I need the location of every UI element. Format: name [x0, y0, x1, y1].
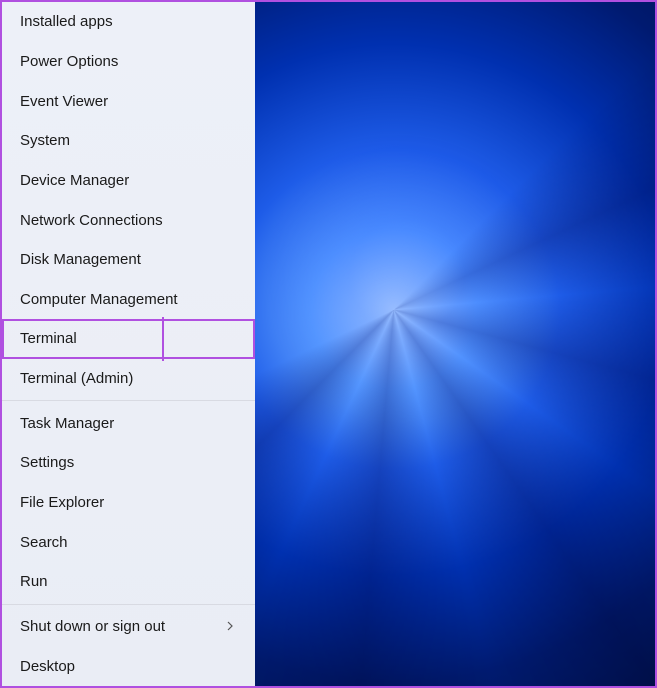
menu-item-run[interactable]: Run [2, 562, 255, 602]
menu-item-network-connections[interactable]: Network Connections [2, 200, 255, 240]
menu-item-desktop[interactable]: Desktop [2, 646, 255, 686]
menu-item-label: Installed apps [20, 13, 113, 30]
menu-item-label: Shut down or sign out [20, 618, 165, 635]
menu-item-label: Terminal (Admin) [20, 370, 133, 387]
menu-item-label: Task Manager [20, 415, 114, 432]
menu-item-label: Search [20, 534, 68, 551]
menu-separator [2, 400, 255, 401]
menu-item-settings[interactable]: Settings [2, 443, 255, 483]
menu-item-label: Run [20, 573, 48, 590]
winx-context-menu: Installed apps Power Options Event Viewe… [2, 2, 255, 686]
menu-item-shutdown-signout[interactable]: Shut down or sign out [2, 607, 255, 647]
menu-item-disk-management[interactable]: Disk Management [2, 240, 255, 280]
menu-item-system[interactable]: System [2, 121, 255, 161]
menu-item-label: Event Viewer [20, 93, 108, 110]
menu-item-search[interactable]: Search [2, 522, 255, 562]
menu-item-label: Desktop [20, 658, 75, 675]
menu-item-label: System [20, 132, 70, 149]
menu-item-label: Network Connections [20, 212, 163, 229]
menu-item-terminal-admin[interactable]: Terminal (Admin) [2, 359, 255, 399]
menu-item-terminal[interactable]: Terminal [2, 319, 255, 359]
menu-item-task-manager[interactable]: Task Manager [2, 403, 255, 443]
menu-separator [2, 604, 255, 605]
menu-item-label: Settings [20, 454, 74, 471]
menu-item-file-explorer[interactable]: File Explorer [2, 483, 255, 523]
menu-item-label: Computer Management [20, 291, 178, 308]
menu-item-device-manager[interactable]: Device Manager [2, 161, 255, 201]
menu-item-power-options[interactable]: Power Options [2, 42, 255, 82]
menu-item-event-viewer[interactable]: Event Viewer [2, 81, 255, 121]
menu-item-computer-management[interactable]: Computer Management [2, 279, 255, 319]
menu-item-installed-apps[interactable]: Installed apps [2, 2, 255, 42]
menu-item-label: Disk Management [20, 251, 141, 268]
menu-item-label: Power Options [20, 53, 118, 70]
menu-item-label: Terminal [20, 330, 77, 347]
chevron-right-icon [223, 619, 237, 633]
menu-item-label: Device Manager [20, 172, 129, 189]
menu-item-label: File Explorer [20, 494, 104, 511]
